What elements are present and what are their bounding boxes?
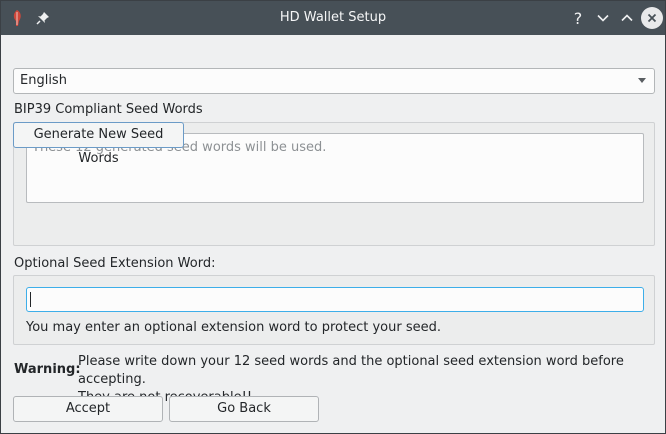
dropdown-arrow-icon [638, 78, 646, 83]
warning-line-2: They are not recoverable!! [78, 390, 253, 405]
warning-label: Warning: [14, 362, 81, 377]
close-icon[interactable] [641, 7, 663, 29]
extension-word-hint: You may enter an optional extension word… [26, 320, 441, 335]
help-glyph: ? [573, 8, 583, 28]
title-bar[interactable]: HD Wallet Setup ? [1, 1, 665, 35]
language-selected-value: English [20, 73, 67, 88]
generate-seed-button[interactable]: Generate New Seed Words [13, 122, 184, 166]
extension-word-input[interactable] [26, 287, 644, 312]
text-caret [30, 292, 31, 307]
hd-wallet-setup-window: HD Wallet Setup ? English BIP39 Complian… [0, 0, 666, 434]
dialog-content: English BIP39 Compliant Seed Words These… [1, 35, 665, 433]
extension-word-group: You may enter an optional extension word… [13, 275, 655, 345]
seed-words-label: BIP39 Compliant Seed Words [14, 102, 203, 117]
warning-line-1: Please write down your 12 seed words and… [78, 354, 624, 387]
question-icon[interactable]: ? [568, 8, 588, 28]
accept-button[interactable]: Accept [13, 396, 163, 422]
chevron-up-icon[interactable] [617, 8, 637, 28]
language-select[interactable]: English [13, 68, 655, 94]
chevron-down-icon[interactable] [593, 8, 613, 28]
warning-message: Please write down your 12 seed words and… [78, 353, 662, 407]
go-back-button[interactable]: Go Back [169, 396, 319, 422]
window-title: HD Wallet Setup [279, 10, 387, 25]
extension-word-label: Optional Seed Extension Word: [14, 256, 216, 271]
